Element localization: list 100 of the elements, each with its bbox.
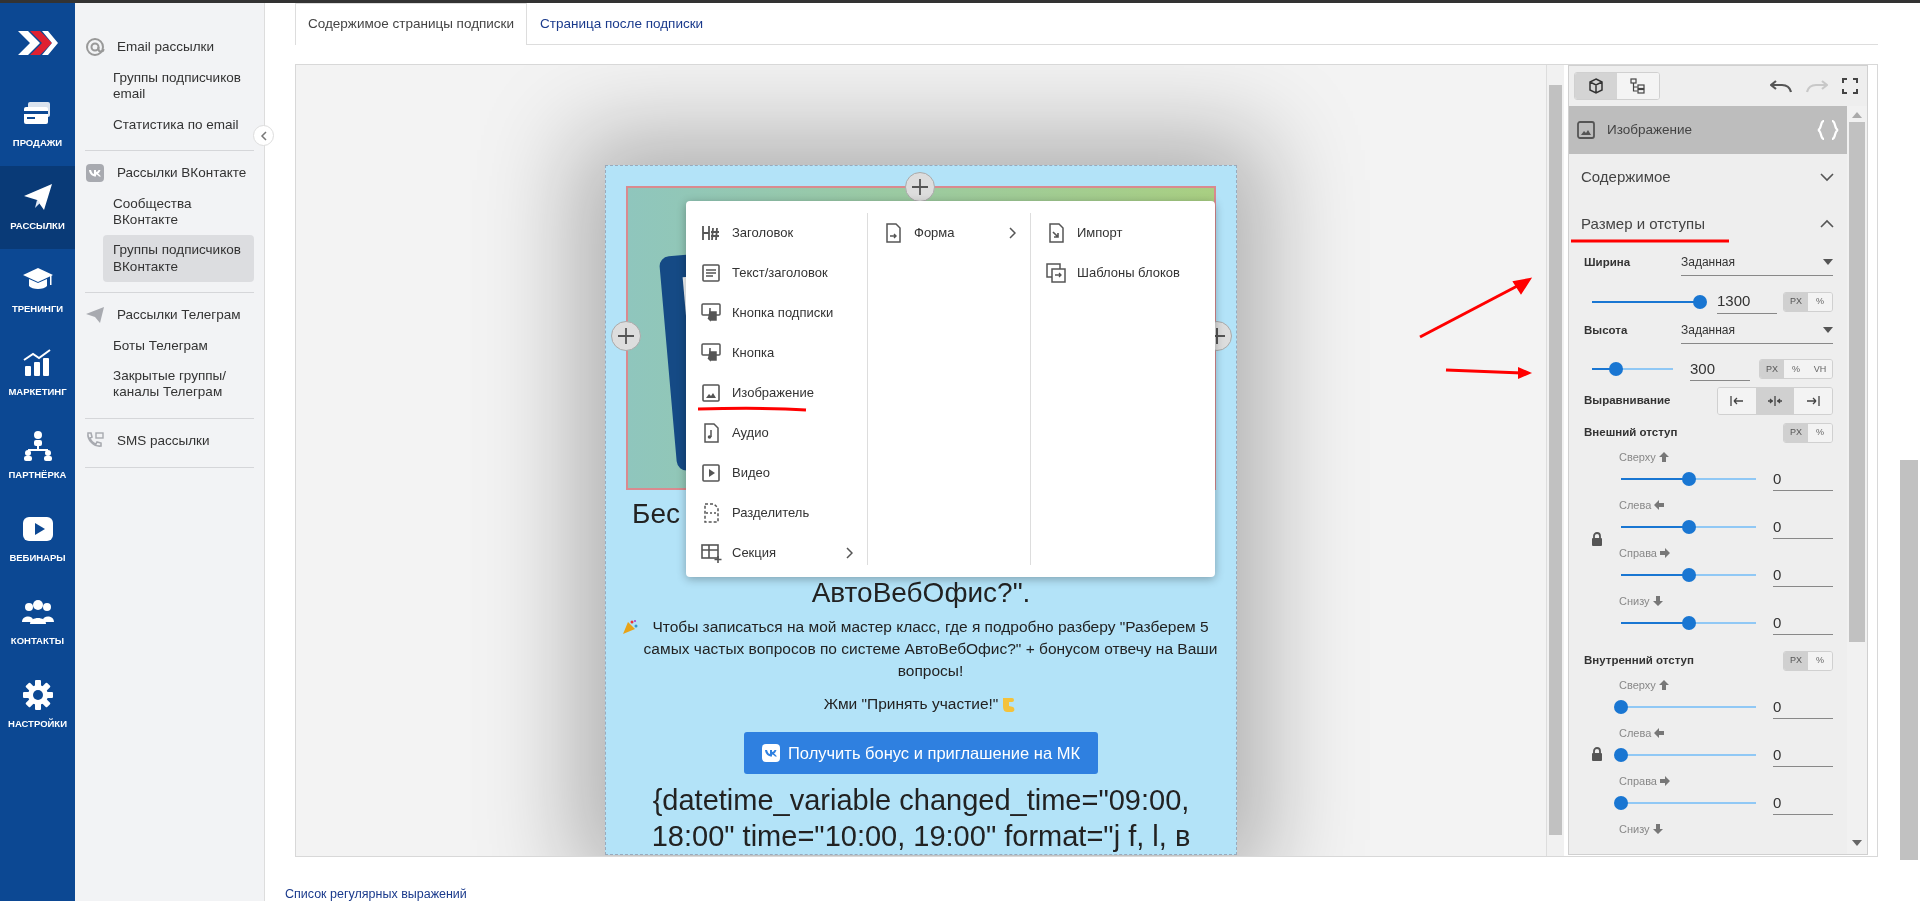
tab[interactable]: Страница после подписки	[527, 3, 717, 44]
unit-toggle[interactable]: PX	[1784, 424, 1808, 442]
field-label: Слева	[1619, 498, 1652, 513]
nav-item[interactable]: КОНТАКТЫ	[0, 581, 75, 664]
unit-switch[interactable]: PX %	[1783, 651, 1833, 671]
nav-item[interactable]: ВЕБИНАРЫ	[0, 498, 75, 581]
unit-switch[interactable]: PX % VH	[1759, 359, 1833, 380]
play-icon	[700, 462, 722, 484]
submenu-item[interactable]: Статистика по email	[103, 109, 254, 140]
nav-item[interactable]: НАСТРОЙКИ	[0, 664, 75, 747]
unit-switch[interactable]: PX %	[1783, 423, 1833, 443]
undo-icon[interactable]	[1770, 79, 1792, 93]
plus-icon	[911, 178, 929, 196]
scrollbar[interactable]	[1547, 65, 1564, 856]
menu-item[interactable]: Форма	[882, 213, 1016, 253]
view-tab[interactable]	[1617, 73, 1659, 99]
menu-item[interactable]: Секция	[700, 533, 853, 573]
unit-toggle[interactable]: PX	[1784, 292, 1808, 311]
number-field[interactable]: 0	[1773, 563, 1833, 587]
arrow-left-icon	[1653, 727, 1666, 740]
number-field[interactable]: 0	[1773, 467, 1833, 491]
unit-toggle[interactable]: PX	[1784, 652, 1808, 670]
section-header[interactable]: Размер и отступы	[1574, 200, 1841, 247]
number-field[interactable]: 0	[1773, 695, 1833, 719]
submenu-item[interactable]: Боты Телеграм	[103, 331, 254, 362]
number-field[interactable]: 300	[1690, 357, 1750, 381]
arrow-up-icon	[1657, 451, 1670, 464]
unit-switch[interactable]: PX %	[1783, 291, 1833, 312]
menu-group-link[interactable]: Email рассылки	[85, 31, 254, 64]
menu-item[interactable]: Текст/заголовок	[700, 253, 853, 293]
collapse-button[interactable]	[253, 125, 274, 146]
menu-item[interactable]: Разделитель	[700, 493, 853, 533]
fullscreen-icon[interactable]	[1842, 78, 1858, 94]
menu-item[interactable]: Кнопка	[700, 333, 853, 373]
dropdown[interactable]: Заданная	[1681, 317, 1833, 344]
scroll-up-icon[interactable]	[1852, 112, 1862, 118]
unit-toggle[interactable]: PX	[1760, 360, 1784, 379]
document-icon	[700, 262, 722, 284]
footer-link[interactable]: Список регулярных выражений	[285, 885, 467, 901]
caret-icon	[1823, 326, 1833, 333]
slider-thumb[interactable]	[1693, 294, 1707, 309]
unit-toggle[interactable]: VH	[1808, 360, 1832, 379]
table-plus-icon	[700, 542, 722, 564]
slider-thumb[interactable]	[1609, 362, 1624, 377]
menu-item[interactable]: Заголовок	[700, 213, 853, 253]
tree-icon	[1630, 78, 1646, 94]
tab[interactable]: Содержимое страницы подписки	[295, 3, 528, 45]
nav-item[interactable]: ПАРТНЁРКА	[0, 415, 75, 498]
unit-toggle[interactable]: %	[1808, 292, 1832, 311]
number-field[interactable]: 0	[1773, 743, 1833, 767]
field-label: Выравнивание	[1584, 393, 1672, 409]
alignment-switch[interactable]	[1717, 387, 1833, 415]
menu-item[interactable]: Аудио	[700, 413, 853, 453]
dropdown[interactable]: Заданная	[1681, 250, 1833, 276]
align-toggle[interactable]	[1756, 388, 1794, 414]
chevron-down-icon	[1820, 172, 1834, 182]
nav-item[interactable]: МАРКЕТИНГ	[0, 332, 75, 415]
submenu-item[interactable]: Группы подписчиков ВКонтакте	[103, 235, 254, 282]
align-toggle[interactable]	[1718, 388, 1756, 414]
number-field[interactable]: 1300	[1717, 290, 1777, 314]
slider-thumb[interactable]	[1614, 748, 1628, 763]
field-label: Внешний отступ	[1584, 425, 1678, 441]
arrow-right-icon	[1659, 775, 1671, 788]
scroll-down-icon[interactable]	[1852, 840, 1862, 846]
slider-thumb[interactable]	[1681, 472, 1696, 487]
menu-item[interactable]: Изображение	[700, 373, 853, 413]
nav-item[interactable]: ТРЕНИНГИ	[0, 249, 75, 332]
number-field[interactable]: 0	[1773, 611, 1833, 635]
subscribe-button[interactable]: Получить бонус и приглашение на МК	[743, 732, 1099, 775]
submenu-item[interactable]: Группы подписчиков email	[103, 63, 254, 110]
number-field[interactable]: 0	[1773, 515, 1833, 539]
view-switch[interactable]	[1574, 72, 1660, 100]
slider-thumb[interactable]	[1614, 700, 1628, 715]
nav-item[interactable]: РАССЫЛКИ	[0, 166, 75, 249]
menu-item[interactable]: Шаблоны блоков	[1045, 253, 1201, 293]
cube-icon	[1588, 78, 1604, 94]
menu-group-link[interactable]: SMS рассылки	[85, 424, 254, 457]
slider-thumb[interactable]	[1681, 568, 1696, 583]
view-tab[interactable]	[1575, 73, 1617, 99]
submenu-item[interactable]: Сообщества ВКонтакте	[103, 189, 254, 236]
unit-toggle[interactable]: %	[1808, 424, 1832, 442]
template-code-text: {datetime_variable changed_time="09:00,	[652, 783, 1190, 819]
submenu-item[interactable]: Закрытые группы/ каналы Телеграм	[103, 361, 254, 408]
menu-item[interactable]: Видео	[700, 453, 853, 493]
slider-thumb[interactable]	[1614, 796, 1628, 811]
field-label: Снизу	[1619, 594, 1650, 609]
slider-thumb[interactable]	[1681, 616, 1696, 631]
slider-thumb[interactable]	[1681, 520, 1696, 535]
menu-item[interactable]: Кнопка подписки	[700, 293, 853, 333]
menu-item[interactable]: Импорт	[1045, 213, 1201, 253]
unit-toggle[interactable]: %	[1784, 360, 1808, 379]
template-code-text: 18:00" time="10:00, 19:00" format="j f, l, в	[651, 819, 1191, 855]
section-header[interactable]: Содержимое	[1574, 154, 1841, 201]
align-toggle[interactable]	[1794, 388, 1832, 414]
menu-group-link[interactable]: Рассылки ВКонтакте	[85, 156, 254, 190]
nav-item[interactable]: ПРОДАЖИ	[0, 83, 75, 166]
gear-icon	[21, 679, 54, 712]
number-field[interactable]: 0	[1773, 791, 1833, 815]
menu-group-link[interactable]: Рассылки Телеграм	[85, 298, 254, 332]
unit-toggle[interactable]: %	[1808, 652, 1832, 670]
